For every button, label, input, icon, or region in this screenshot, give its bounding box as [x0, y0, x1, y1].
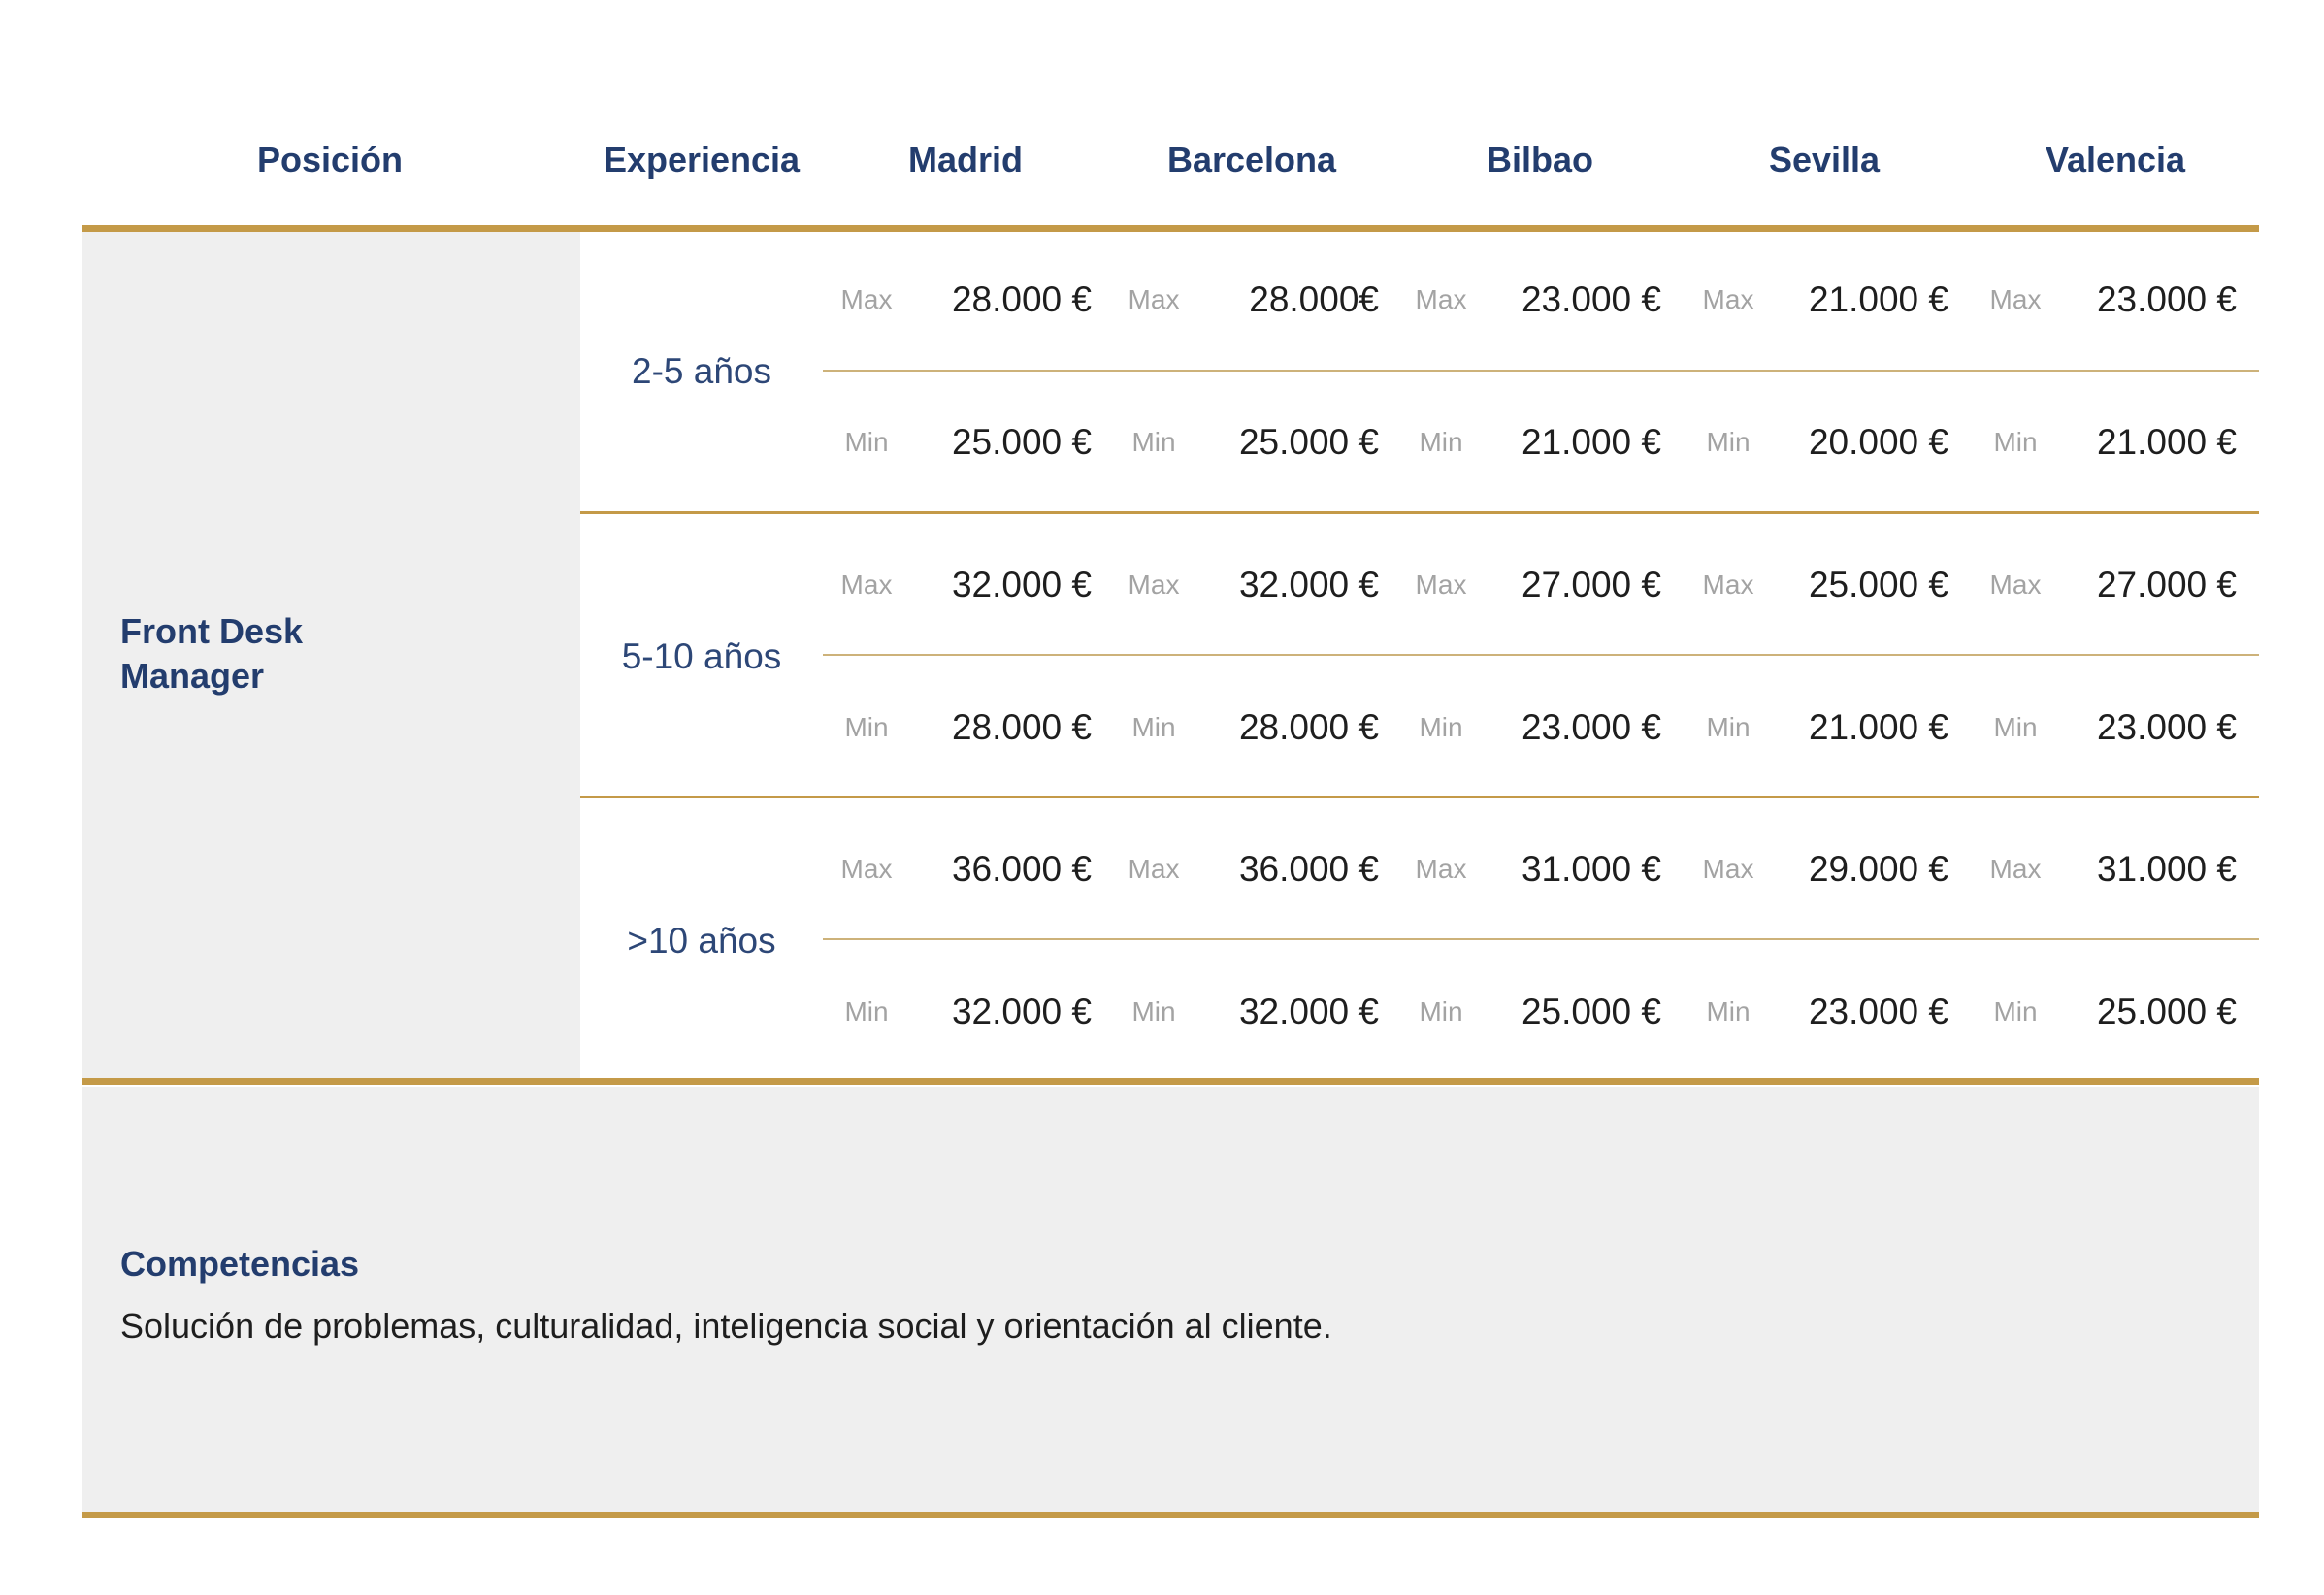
experience-label: >10 años [627, 921, 776, 960]
group-divider-1 [580, 511, 2259, 514]
min-salary-madrid: 32.000 € [951, 992, 1092, 1031]
position-line-1: Front Desk [120, 611, 304, 651]
salary-table-page: Posición Experiencia Madrid Barcelona Bi… [0, 0, 2324, 1595]
maxmin-divider-3 [823, 938, 2259, 940]
max-salary-madrid: 32.000 € [951, 565, 1092, 604]
competencias-text: Solución de problemas, culturalidad, int… [120, 1306, 1332, 1346]
min-salary-barcelona: 32.000 € [1238, 992, 1379, 1031]
min-salary-madrid: 25.000 € [951, 422, 1092, 462]
max-salary-barcelona: 36.000 € [1238, 849, 1379, 889]
max-salary-valencia: 31.000 € [2096, 849, 2237, 889]
header-sevilla: Sevilla [1768, 140, 1881, 179]
experience-label: 2-5 años [632, 351, 771, 391]
max-salary-barcelona: 32.000 € [1238, 565, 1379, 604]
max-salary-valencia: 27.000 € [2096, 565, 2237, 604]
maxmin-divider-1 [823, 370, 2259, 372]
max-salary-sevilla: 21.000 € [1808, 279, 1948, 319]
min-salary-barcelona: 28.000 € [1238, 707, 1379, 747]
group-divider-2 [580, 796, 2259, 798]
min-salary-bilbao: 21.000 € [1521, 422, 1661, 462]
min-salary-bilbao: 23.000 € [1521, 707, 1661, 747]
max-salary-bilbao: 27.000 € [1521, 565, 1661, 604]
header-bilbao: Bilbao [1486, 140, 1593, 179]
min-salary-valencia: 23.000 € [2096, 707, 2237, 747]
table-bottom-divider [82, 1078, 2259, 1085]
max-salary-sevilla: 25.000 € [1808, 565, 1948, 604]
max-salary-barcelona: 28.000€ [1249, 279, 1379, 319]
max-salary-madrid: 36.000 € [951, 849, 1092, 889]
max-salary-bilbao: 23.000 € [1521, 279, 1661, 319]
maxmin-divider-2 [823, 654, 2259, 656]
header-madrid: Madrid [907, 140, 1023, 179]
max-salary-valencia: 23.000 € [2096, 279, 2237, 319]
min-salary-valencia: 21.000 € [2096, 422, 2237, 462]
page-bottom-divider [82, 1512, 2259, 1518]
header-valencia: Valencia [2045, 140, 2186, 179]
min-salary-madrid: 28.000 € [951, 707, 1092, 747]
header-barcelona: Barcelona [1166, 140, 1337, 179]
min-salary-barcelona: 25.000 € [1238, 422, 1379, 462]
min-salary-sevilla: 23.000 € [1808, 992, 1948, 1031]
min-salary-valencia: 25.000 € [2096, 992, 2237, 1031]
experience-label: 5-10 años [621, 636, 782, 676]
position-line-2: Manager [120, 656, 265, 696]
competencias-title: Competencias [120, 1244, 360, 1284]
max-salary-madrid: 28.000 € [951, 279, 1092, 319]
header-position: Posición [256, 140, 404, 179]
max-salary-bilbao: 31.000 € [1521, 849, 1661, 889]
position-name: Front Desk Manager [120, 609, 528, 699]
header-experience: Experiencia [603, 140, 801, 179]
min-salary-sevilla: 21.000 € [1808, 707, 1948, 747]
competencias-panel [82, 1087, 2259, 1512]
min-salary-bilbao: 25.000 € [1521, 992, 1661, 1031]
max-salary-sevilla: 29.000 € [1808, 849, 1948, 889]
min-salary-sevilla: 20.000 € [1808, 422, 1948, 462]
header-divider [82, 225, 2259, 232]
